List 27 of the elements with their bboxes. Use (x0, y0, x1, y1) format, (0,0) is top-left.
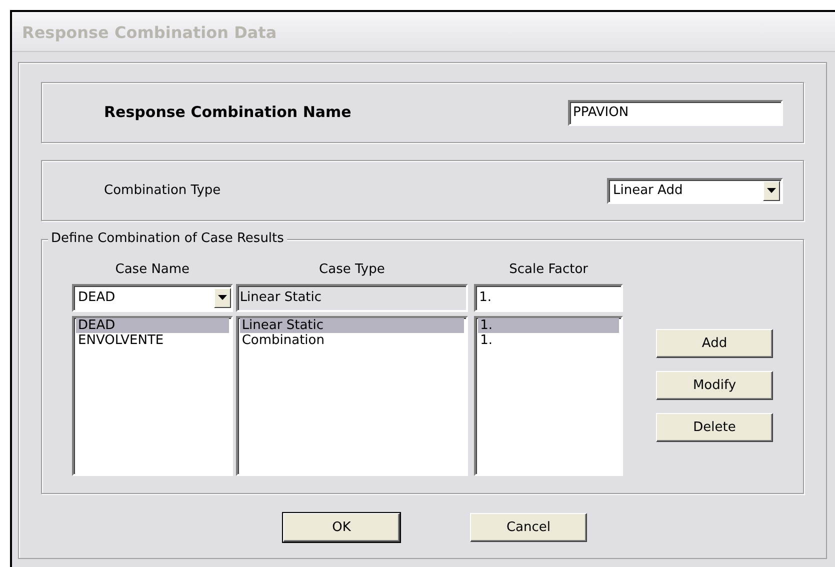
action-button[interactable]: Modify (656, 371, 773, 400)
dialog-button[interactable]: Cancel (470, 513, 587, 542)
window-title: Response Combination Data (12, 12, 835, 52)
scale-factor-list[interactable]: 1. 1. (474, 316, 623, 476)
name-field[interactable]: PPAVION (568, 100, 783, 126)
case-name-dropdown[interactable]: DEAD (72, 284, 233, 312)
column-heading: Case Name (114, 261, 191, 279)
case-name-list[interactable]: DEAD ENVOLVENTE (72, 316, 233, 476)
list-row[interactable]: Linear Static (240, 318, 464, 332)
column-heading: Case Type (318, 261, 386, 279)
list-row[interactable]: 1. (478, 332, 619, 348)
list-row[interactable]: DEAD (76, 318, 229, 332)
field-label: Combination Type (104, 182, 221, 200)
action-button[interactable]: Add (656, 329, 773, 358)
caret-icon[interactable] (214, 288, 231, 308)
column-heading: Scale Factor (508, 261, 589, 279)
dialog-button[interactable]: OK (283, 513, 400, 542)
caret-icon[interactable] (763, 180, 780, 200)
list-row[interactable]: ENVOLVENTE (76, 332, 229, 348)
list-row[interactable]: 1. (478, 318, 619, 332)
case-type-list[interactable]: Linear Static Combination (236, 316, 468, 476)
type-dropdown[interactable]: Linear Add (607, 178, 783, 204)
action-button[interactable]: Delete (656, 413, 773, 442)
list-row[interactable]: Combination (240, 332, 464, 348)
case-type-field: Linear Static (236, 284, 468, 312)
scale-factor-field[interactable]: 1. (474, 284, 623, 312)
field-label: Response Combination Name (104, 102, 352, 124)
